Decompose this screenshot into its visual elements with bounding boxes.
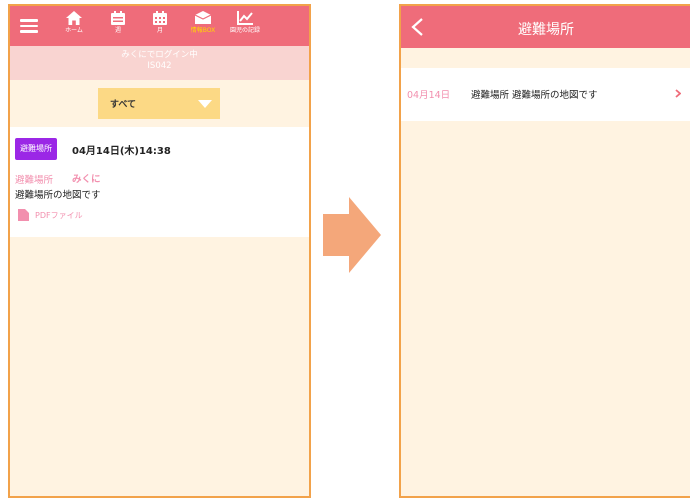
card-body-text: 避難場所の地図です — [15, 190, 101, 201]
nav-records-label: 園児の記録 — [229, 27, 260, 34]
header-bar: 避難場所 — [401, 6, 690, 48]
chevron-right-icon — [675, 89, 681, 98]
chart-icon — [237, 11, 253, 25]
nav-records[interactable]: 園児の記録 — [228, 10, 262, 44]
info-box-icon — [194, 11, 212, 24]
dropdown-arrow-icon — [198, 100, 212, 108]
filter-selected-value: すべて — [110, 100, 137, 110]
category-filter-dropdown[interactable]: すべて — [98, 88, 220, 119]
phone-screen-left: ホーム 週 月 情報BOX 園児の記録 みくにでログイン中 IS042 すべて … — [8, 4, 311, 498]
nav-info-box-label: 情報BOX — [190, 27, 216, 34]
nav-week-label: 週 — [114, 27, 121, 34]
nav-month[interactable]: 月 — [143, 10, 177, 44]
calendar-month-icon — [153, 11, 167, 25]
login-status-bar: みくにでログイン中 IS042 — [10, 46, 309, 80]
nav-home[interactable]: ホーム — [57, 10, 91, 44]
card-category: 避難場所 — [15, 175, 54, 186]
phone-screen-right: 避難場所 04月14日 避難場所 避難場所の地図です — [399, 4, 690, 498]
category-badge: 避難場所 — [15, 138, 57, 160]
home-icon — [66, 11, 82, 25]
hamburger-icon[interactable] — [20, 19, 38, 33]
list-item-title: 避難場所 避難場所の地図です — [471, 90, 598, 101]
pdf-attachment-link[interactable]: PDFファイル — [35, 210, 83, 221]
transition-arrow-icon — [323, 197, 381, 273]
page-title: 避難場所 — [518, 22, 574, 38]
header-bar: ホーム 週 月 情報BOX 園児の記録 — [10, 6, 309, 46]
pdf-file-icon — [18, 209, 29, 221]
login-status-text: みくにでログイン中 — [121, 50, 198, 60]
list-item-date: 04月14日 — [407, 90, 451, 101]
nav-month-label: 月 — [156, 27, 163, 34]
nav-home-label: ホーム — [65, 27, 83, 34]
login-user-id: IS042 — [147, 61, 172, 71]
calendar-week-icon — [111, 11, 125, 25]
nav-week[interactable]: 週 — [101, 10, 135, 44]
card-author: みくに — [72, 174, 101, 185]
card-date: 04月14日(木)14:38 — [72, 146, 171, 157]
nav-info-box[interactable]: 情報BOX — [186, 10, 220, 44]
